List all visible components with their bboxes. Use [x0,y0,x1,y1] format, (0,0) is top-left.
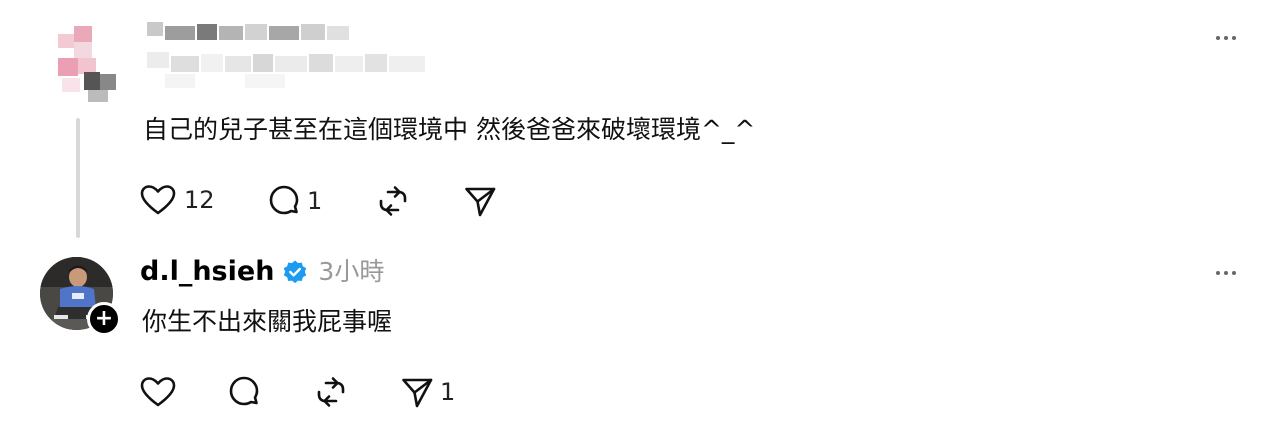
username[interactable]: d.l_hsieh [140,255,274,289]
send-icon [402,378,433,408]
more-dots-icon [1216,36,1220,40]
timestamp[interactable]: 3小時 [318,255,384,289]
share-count: 1 [440,378,456,406]
like-count: 12 [184,186,215,214]
reply-text: 你生不出來關我屁事喔 [142,307,393,336]
repost-icon [379,186,407,216]
comment-bubble-icon [229,376,259,406]
post-header: d.l_hsieh 3小時 [140,255,384,289]
more-dots-icon [1216,271,1220,275]
blurred-avatar[interactable] [48,22,118,104]
blurred-username[interactable] [145,16,435,92]
repost-icon [317,377,345,407]
verified-badge-icon [282,259,308,285]
thread-line [76,118,80,238]
repost-button[interactable] [376,184,410,218]
reply-button[interactable] [227,375,261,409]
share-button[interactable] [463,184,497,218]
send-icon [465,187,496,217]
heart-icon [140,185,176,215]
share-button[interactable]: 1 [400,375,455,409]
reply-count: 1 [307,187,323,215]
repost-button[interactable] [314,375,348,409]
more-options-button[interactable] [1210,263,1242,283]
like-button[interactable] [140,376,176,408]
follow-button[interactable]: + [87,302,121,336]
reply-button[interactable]: 1 [267,184,322,218]
plus-icon: + [94,306,114,331]
post-text: 自己的兒子甚至在這個環境中 然後爸爸來破壞環境^_^ [143,115,756,144]
more-options-button[interactable] [1210,28,1242,48]
comment-bubble-icon [269,185,299,215]
heart-icon [140,377,176,407]
like-button[interactable]: 12 [140,184,215,216]
